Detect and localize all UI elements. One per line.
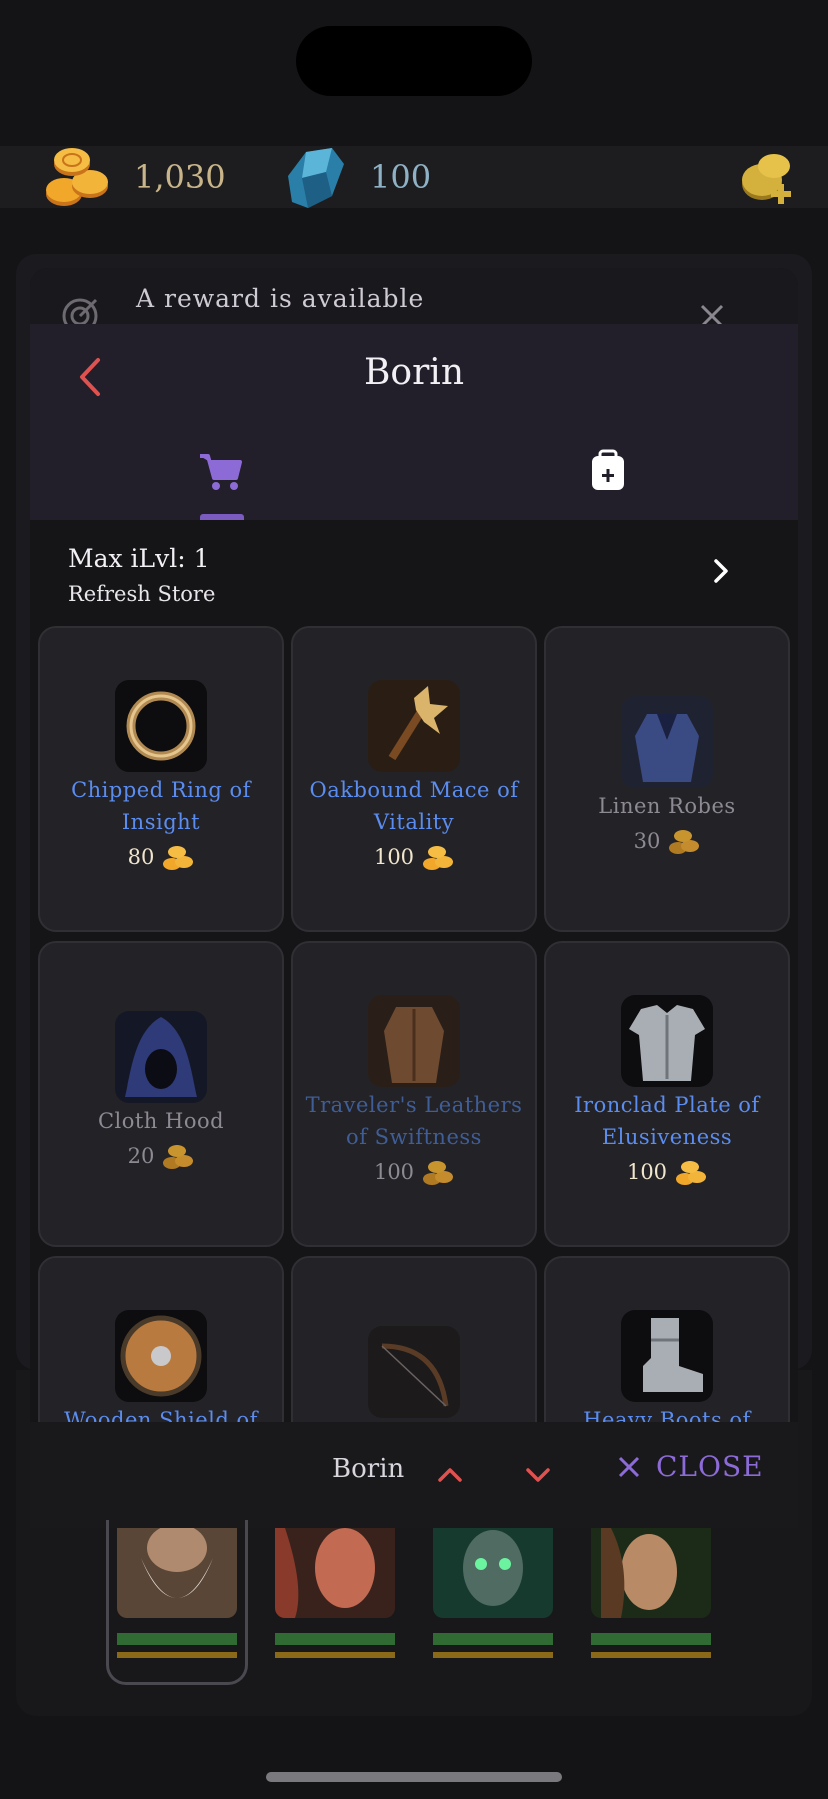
experience-bar [275, 1652, 395, 1658]
experience-bar [591, 1652, 711, 1658]
item-name: Cloth Hood [97, 1109, 225, 1133]
mace-icon [368, 680, 460, 772]
health-bar [117, 1633, 237, 1645]
store-info-row[interactable]: Max iLvl: 1 Refresh Store [30, 520, 798, 620]
merchant-modal: A reward is available Borin Max iLvl: 1 … [30, 268, 798, 1528]
buy-gold-icon[interactable] [736, 148, 796, 206]
item-name: Chipped Ring of Insight [71, 778, 251, 834]
item-card[interactable]: Cloth Hood 20 [38, 941, 284, 1247]
chevron-down-icon[interactable] [518, 1456, 558, 1492]
shopping-cart-icon [200, 454, 242, 490]
experience-bar [117, 1652, 237, 1658]
robe-icon [621, 696, 713, 788]
item-price: 80 [40, 842, 282, 872]
item-price: 100 [293, 1157, 535, 1187]
ring-icon [115, 680, 207, 772]
tab-shop[interactable] [190, 442, 250, 520]
party-member-portrait[interactable] [433, 1528, 553, 1618]
item-card[interactable]: Linen Robes 30 [544, 626, 790, 932]
reward-notification[interactable]: A reward is available [30, 268, 798, 334]
item-price: 100 [293, 842, 535, 872]
item-name: Traveler's Leathers of Swiftness [305, 1093, 523, 1149]
item-card[interactable]: Oakbound Mace of Vitality 100 [291, 626, 537, 932]
home-indicator[interactable] [266, 1772, 562, 1782]
plate-armor-icon [621, 995, 713, 1087]
coin-icon [423, 1161, 454, 1185]
shield-icon [115, 1310, 207, 1402]
currency-bar: 1,030 100 [0, 146, 828, 208]
notification-text: A reward is available [136, 284, 425, 313]
chevron-up-icon[interactable] [430, 1456, 470, 1492]
tab-inventory[interactable] [578, 442, 638, 520]
close-label: CLOSE [656, 1450, 764, 1483]
merchant-header: Borin [30, 324, 798, 520]
coin-icon [163, 846, 194, 870]
coin-icon [676, 1161, 707, 1185]
coin-icon [669, 830, 700, 854]
item-name: Linen Robes [598, 794, 736, 818]
hood-icon [115, 1011, 207, 1103]
health-bar [591, 1633, 711, 1645]
experience-bar [433, 1652, 553, 1658]
party-member-portrait[interactable] [591, 1528, 711, 1618]
item-card[interactable]: Traveler's Leathers of Swiftness 100 [291, 941, 537, 1247]
page-title: Borin [363, 352, 465, 393]
close-x-icon [618, 1456, 640, 1477]
item-card[interactable]: Chipped Ring of Insight 80 [38, 626, 284, 932]
max-item-level: Max iLvl: 1 [68, 544, 210, 573]
item-name: Ironclad Plate of Elusiveness [574, 1093, 760, 1149]
item-price: 100 [546, 1157, 788, 1187]
leather-armor-icon [368, 995, 460, 1087]
coin-icon [163, 1145, 194, 1169]
backpack-icon [592, 449, 624, 490]
gold-currency: 1,030 [42, 146, 226, 208]
bow-icon [368, 1326, 460, 1418]
character-action-bar: Borin CLOSE [30, 1422, 798, 1528]
gold-coins-icon [46, 148, 108, 206]
item-name: Oakbound Mace of Vitality [309, 778, 519, 834]
gem-currency: 100 [282, 146, 431, 208]
gold-amount: 1,030 [134, 158, 226, 196]
gem-amount: 100 [370, 158, 432, 196]
close-button[interactable]: CLOSE [616, 1450, 764, 1483]
health-bar [275, 1633, 395, 1645]
item-price: 30 [546, 826, 788, 856]
health-bar [433, 1633, 553, 1645]
character-name: Borin [332, 1454, 405, 1484]
item-price: 20 [40, 1141, 282, 1171]
crystal-icon [288, 148, 344, 208]
item-card[interactable]: Ironclad Plate of Elusiveness 100 [544, 941, 790, 1247]
boots-icon [621, 1310, 713, 1402]
party-member-portrait[interactable] [117, 1528, 237, 1618]
refresh-store-label: Refresh Store [68, 582, 216, 606]
chevron-right-icon [714, 559, 728, 583]
device-notch [296, 26, 532, 96]
party-member-portrait[interactable] [275, 1528, 395, 1618]
coin-icon [423, 846, 454, 870]
